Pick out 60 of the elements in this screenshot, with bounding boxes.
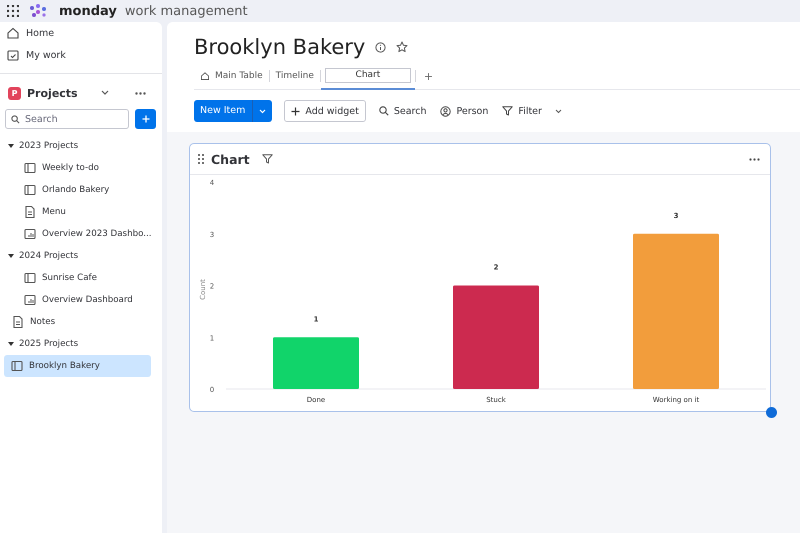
caret-icon — [259, 108, 266, 114]
home-icon — [6, 26, 20, 40]
view-tab[interactable]: Timeline — [270, 64, 320, 90]
nav-item[interactable]: My work — [26, 50, 66, 60]
caret-icon[interactable] — [8, 143, 14, 149]
add-button[interactable] — [135, 109, 156, 129]
product-name: monday work management — [59, 4, 248, 18]
sidebar-item[interactable]: Overview 2023 Dashbo... — [0, 223, 151, 245]
calendar-icon — [6, 48, 20, 62]
board-title: Brooklyn Bakery — [194, 35, 366, 59]
sidebar-item[interactable]: Menu — [0, 201, 151, 223]
sidebar-item[interactable]: Brooklyn Bakery — [4, 355, 151, 377]
search-icon — [11, 114, 20, 124]
board-icon — [10, 359, 24, 373]
doc-icon — [11, 315, 25, 329]
logo-icon — [29, 4, 49, 18]
info-icon[interactable] — [375, 42, 386, 52]
search-icon — [378, 106, 389, 116]
board-icon — [23, 271, 37, 285]
plus-icon — [291, 106, 300, 116]
add-view-button[interactable]: + — [416, 70, 442, 82]
search-button[interactable]: Search — [378, 100, 428, 122]
chevron-down-icon[interactable] — [101, 90, 109, 96]
more-icon[interactable] — [749, 158, 760, 160]
nav-item[interactable]: Home — [26, 28, 54, 38]
search-field[interactable]: Search — [5, 109, 129, 129]
board-icon — [23, 161, 37, 175]
dashboard-icon — [23, 227, 37, 241]
widget-title: Chart — [211, 152, 250, 166]
more-icon[interactable] — [135, 92, 146, 94]
dashboard-icon — [23, 293, 37, 307]
view-tab[interactable]: Main Table — [194, 64, 269, 90]
chevron-down-icon — [554, 108, 562, 114]
sidebar-item[interactable]: Overview Dashboard — [0, 289, 151, 311]
home-icon — [200, 70, 210, 80]
plus-icon — [142, 115, 150, 123]
filter-icon — [502, 106, 514, 116]
sidebar-item[interactable]: Orlando Bakery — [0, 179, 151, 201]
apps-grid-icon[interactable] — [7, 5, 19, 17]
sidebar-item[interactable]: 2023 Projects — [0, 135, 151, 157]
sidebar-item[interactable]: 2024 Projects — [0, 245, 151, 267]
filter-button[interactable]: Filter — [501, 100, 563, 122]
add-widget-button[interactable]: Add widget — [284, 100, 366, 122]
doc-icon — [23, 205, 37, 219]
sidebar-item[interactable]: 2025 Projects — [0, 333, 151, 355]
star-icon[interactable] — [396, 41, 408, 53]
board-icon — [23, 183, 37, 197]
sidebar-item[interactable]: Notes — [0, 311, 151, 333]
new-item-button[interactable]: New Item — [194, 100, 272, 122]
workspace-badge: P — [8, 86, 21, 100]
resize-handle[interactable] — [766, 407, 777, 418]
sidebar-item[interactable]: Sunrise Cafe — [0, 267, 151, 289]
person-button[interactable]: Person — [439, 100, 490, 122]
drag-handle-icon[interactable] — [198, 154, 204, 164]
caret-icon[interactable] — [8, 341, 14, 347]
caret-icon[interactable] — [8, 253, 14, 259]
person-icon — [440, 106, 452, 116]
workspace-name[interactable]: Projects — [27, 86, 95, 100]
sidebar-item[interactable]: Weekly to-do — [0, 157, 151, 179]
filter-icon[interactable] — [262, 154, 273, 164]
